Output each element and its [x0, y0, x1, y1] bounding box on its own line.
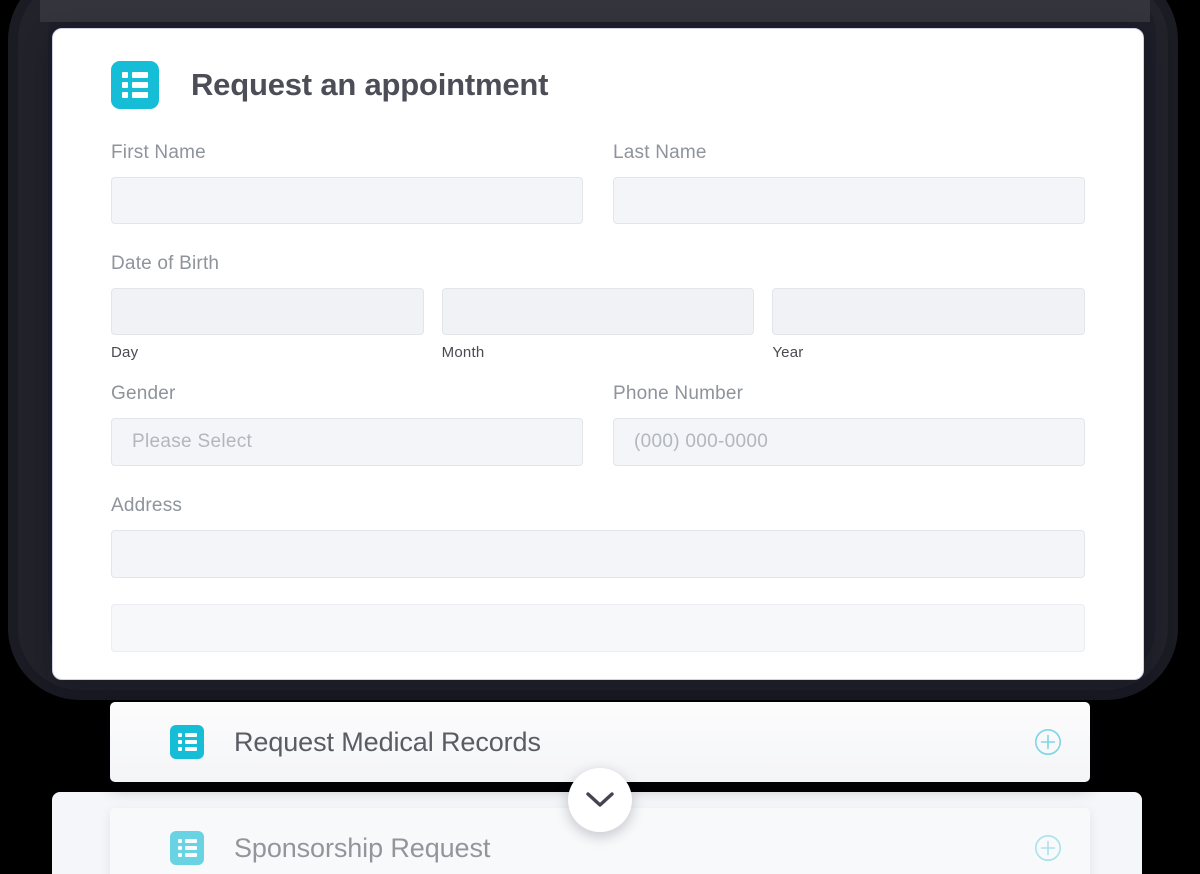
dob-year-sublabel: Year	[772, 344, 804, 361]
address-input[interactable]	[111, 530, 1085, 578]
field-first-name: First Name	[111, 142, 583, 224]
field-gender: Gender Please Select	[111, 383, 583, 466]
plus-circle-icon[interactable]	[1034, 728, 1062, 756]
appointment-form: First Name Last Name Date of Birth Day M…	[53, 142, 1143, 652]
dob-day-sublabel: Day	[111, 344, 139, 361]
list-tile-icon	[111, 61, 159, 109]
page-title: Request an appointment	[191, 67, 549, 102]
field-address: Address	[111, 495, 1085, 578]
accordion-title: Sponsorship Request	[234, 832, 491, 863]
dob-year-select[interactable]	[772, 288, 1086, 335]
accordion-title: Request Medical Records	[234, 726, 541, 757]
date-of-birth-label: Date of Birth	[111, 253, 220, 274]
scroll-down-button[interactable]	[568, 768, 632, 832]
field-last-name: Last Name	[613, 142, 1085, 224]
list-tile-icon	[170, 831, 204, 865]
dob-day-group: Day	[111, 288, 424, 361]
last-name-input[interactable]	[613, 177, 1085, 224]
list-tile-icon	[170, 725, 204, 759]
top-strip	[40, 0, 1150, 22]
first-name-input[interactable]	[111, 177, 583, 224]
gender-select[interactable]: Please Select	[111, 418, 583, 466]
appointment-form-card: Request an appointment First Name Last N…	[52, 28, 1144, 680]
plus-circle-icon[interactable]	[1034, 834, 1062, 862]
screenshot-stage: Request an appointment First Name Last N…	[0, 0, 1200, 874]
gender-label: Gender	[111, 383, 176, 404]
first-name-label: First Name	[111, 142, 206, 163]
dob-year-group: Year	[772, 288, 1086, 361]
dob-month-group: Month	[441, 288, 755, 361]
last-name-label: Last Name	[613, 142, 707, 163]
field-phone-number: Phone Number (000) 000-0000	[613, 383, 1085, 466]
card-header: Request an appointment	[53, 29, 1143, 109]
dob-month-select[interactable]	[441, 288, 755, 335]
chevron-down-icon	[586, 792, 614, 807]
field-date-of-birth: Date of Birth Day Month Year	[111, 253, 1086, 361]
dob-day-select[interactable]	[111, 288, 424, 335]
phone-number-input[interactable]: (000) 000-0000	[613, 418, 1085, 466]
phone-number-label: Phone Number	[613, 383, 744, 404]
next-field-clipped[interactable]	[111, 604, 1085, 652]
address-label: Address	[111, 495, 183, 516]
dob-month-sublabel: Month	[441, 344, 485, 361]
